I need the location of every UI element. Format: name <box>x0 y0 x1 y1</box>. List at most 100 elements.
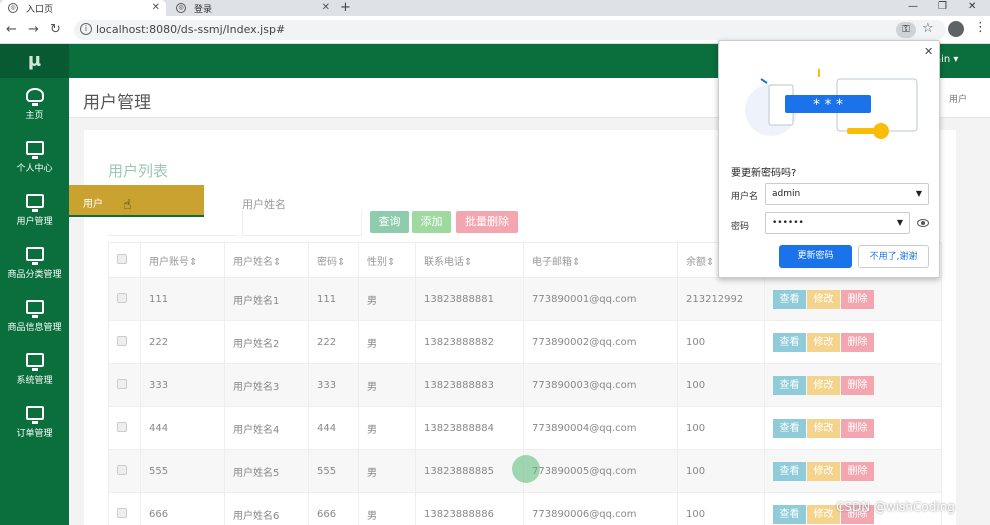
close-icon[interactable]: ✕ <box>322 2 330 13</box>
edit-button[interactable]: 修改 <box>807 418 840 438</box>
delete-button[interactable]: 删除 <box>841 289 874 309</box>
sidebar-item-profile[interactable]: 个人中心 <box>0 137 69 189</box>
delete-button[interactable]: 删除 <box>841 418 874 438</box>
monitor-icon <box>25 247 44 265</box>
url-field[interactable]: i localhost:8080/ds-ssmj/Index.jsp# ⚿ ☆ <box>74 20 946 40</box>
new-tab-icon[interactable]: + <box>340 0 351 15</box>
select-all-cell[interactable] <box>108 242 141 278</box>
table-cell: 男 <box>358 449 416 493</box>
row-select-cell[interactable] <box>108 277 141 321</box>
query-button[interactable]: 查询 <box>370 211 409 233</box>
row-checkbox[interactable] <box>117 507 127 518</box>
profile-avatar-icon[interactable] <box>948 21 964 37</box>
sidebar-item-home[interactable]: 主页 <box>0 84 69 136</box>
row-select-cell[interactable] <box>108 320 141 364</box>
restore-icon[interactable]: ❐ <box>938 0 947 14</box>
tab-entry-page[interactable]: ◎ 入口页 ✕ <box>0 0 166 16</box>
select-all-checkbox[interactable] <box>117 253 127 264</box>
view-button[interactable]: 查看 <box>773 332 806 352</box>
search-input[interactable] <box>242 210 362 236</box>
sidebar-item-users[interactable]: 用户管理 <box>0 190 69 242</box>
reload-icon[interactable]: ↻ <box>50 22 61 38</box>
hand-cursor-icon: ☝ <box>123 197 132 213</box>
view-button[interactable]: 查看 <box>773 375 806 395</box>
view-button[interactable]: 查看 <box>773 418 806 438</box>
delete-button[interactable]: 删除 <box>841 375 874 395</box>
row-checkbox[interactable] <box>117 421 127 432</box>
tab-title: 入口页 <box>26 4 54 15</box>
eye-icon[interactable] <box>917 219 929 227</box>
table-cell: 用户姓名2 <box>224 320 309 364</box>
back-icon[interactable]: ← <box>6 22 17 38</box>
table-cell: 100 <box>677 363 765 407</box>
column-header[interactable]: 用户账号⇕ <box>140 242 225 278</box>
table-cell: 男 <box>358 320 416 364</box>
row-actions: 查看 修改 删除 <box>764 363 942 407</box>
edit-button[interactable]: 修改 <box>807 461 840 481</box>
close-icon[interactable]: ✕ <box>152 2 160 13</box>
table-cell: 男 <box>358 363 416 407</box>
row-checkbox[interactable] <box>117 464 127 475</box>
key-icon[interactable]: ⚿ <box>896 22 916 38</box>
row-select-cell[interactable] <box>108 406 141 450</box>
password-select[interactable]: •••••• ▼ <box>765 212 910 234</box>
update-password-button[interactable]: 更新密码 <box>779 245 852 268</box>
row-checkbox[interactable] <box>117 292 127 303</box>
password-update-popup: ✕ * * * 要更新密码吗? 用户名 admin ▼ 密码 •••••• ▼ … <box>718 40 940 278</box>
monitor-icon <box>25 353 44 371</box>
table-row: 222 用户姓名2 222 男 13823888882 773890002@qq.com 1… <box>108 320 942 364</box>
row-checkbox[interactable] <box>117 335 127 346</box>
logo: μ <box>0 44 69 78</box>
minimize-icon[interactable]: — <box>908 0 918 14</box>
delete-button[interactable]: 删除 <box>841 461 874 481</box>
column-header[interactable]: 电子邮箱⇕ <box>523 242 678 278</box>
menu-kebab-icon[interactable]: ⋮ <box>974 20 987 35</box>
breadcrumb[interactable]: 用户 <box>949 92 967 105</box>
table-cell: 100 <box>677 406 765 450</box>
row-select-cell[interactable] <box>108 449 141 493</box>
column-header[interactable]: 联系电话⇕ <box>415 242 524 278</box>
view-button[interactable]: 查看 <box>773 461 806 481</box>
sidebar-item-categories[interactable]: 商品分类管理 <box>0 243 69 295</box>
edit-button[interactable]: 修改 <box>807 289 840 309</box>
edit-button[interactable]: 修改 <box>807 375 840 395</box>
close-icon[interactable]: ✕ <box>924 45 933 58</box>
window-close-icon[interactable]: ✕ <box>968 0 976 14</box>
panel-title: 用户列表 <box>108 162 169 180</box>
sidebar-item-products[interactable]: 商品信息管理 <box>0 296 69 348</box>
row-select-cell[interactable] <box>108 492 141 525</box>
globe-icon: ◎ <box>176 3 186 13</box>
view-button[interactable]: 查看 <box>773 504 806 524</box>
edit-button[interactable]: 修改 <box>807 332 840 352</box>
forward-icon[interactable]: → <box>28 22 39 38</box>
row-select-cell[interactable] <box>108 363 141 407</box>
tab-login[interactable]: ◎ 登录 ✕ <box>168 0 336 16</box>
table-row: 666 用户姓名6 666 男 13823888886 773890006@qq.com 1… <box>108 492 942 525</box>
monitor-icon <box>25 141 44 159</box>
table-cell: 用户姓名3 <box>224 363 309 407</box>
batch-delete-button[interactable]: 批量删除 <box>456 211 518 233</box>
table-cell: 111 <box>308 277 359 321</box>
submenu-item-users[interactable]: 用户 <box>69 185 204 217</box>
delete-button[interactable]: 删除 <box>841 332 874 352</box>
table-cell: 13823888886 <box>415 492 524 525</box>
view-button[interactable]: 查看 <box>773 289 806 309</box>
table-cell: 555 <box>140 449 225 493</box>
sidebar-item-system[interactable]: 系统管理 <box>0 349 69 401</box>
table-cell: 773890002@qq.com <box>523 320 678 364</box>
row-checkbox[interactable] <box>117 378 127 389</box>
column-header[interactable]: 性别⇕ <box>358 242 416 278</box>
row-actions: 查看 修改 删除 <box>764 449 942 493</box>
column-header[interactable]: 密码⇕ <box>308 242 359 278</box>
table-cell: 111 <box>140 277 225 321</box>
monitor-icon <box>25 194 44 212</box>
sidebar-item-label: 用户管理 <box>16 217 53 227</box>
sidebar-item-orders[interactable]: 订单管理 <box>0 402 69 454</box>
password-label: 密码 <box>731 222 750 232</box>
bookmark-star-icon[interactable]: ☆ <box>922 21 934 36</box>
add-button[interactable]: 添加 <box>412 211 451 233</box>
username-select[interactable]: admin ▼ <box>765 183 929 205</box>
info-icon[interactable]: i <box>80 23 92 35</box>
column-header[interactable]: 用户姓名⇕ <box>224 242 309 278</box>
no-thanks-button[interactable]: 不用了,谢谢 <box>858 245 929 268</box>
